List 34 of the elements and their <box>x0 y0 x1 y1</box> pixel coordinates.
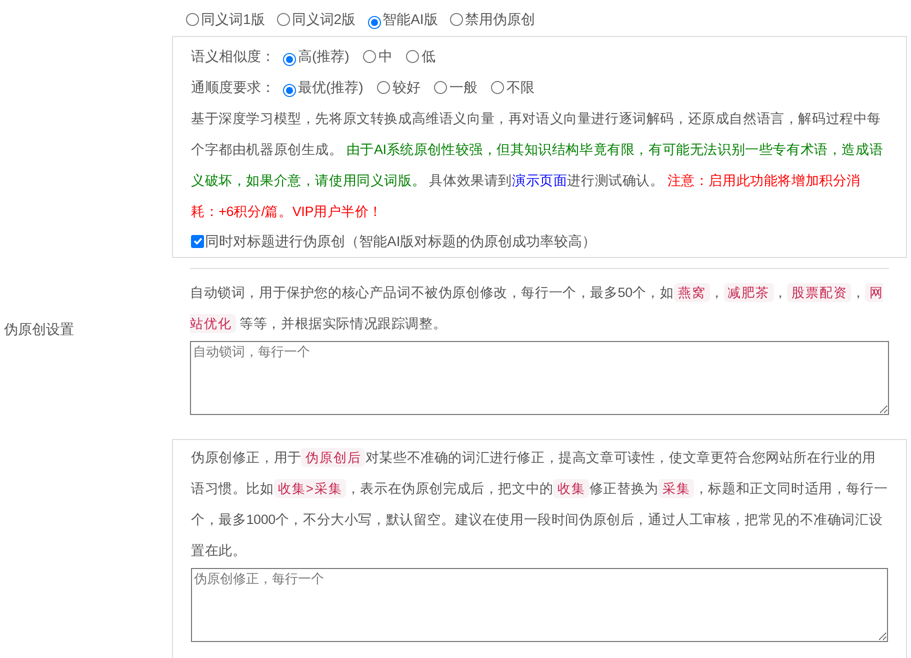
mode-radio-option[interactable]: 同义词1版 <box>186 8 265 30</box>
radio-button[interactable] <box>434 81 448 94</box>
option-label: 语义相似度： <box>191 47 275 66</box>
radio-button[interactable] <box>283 84 296 97</box>
checkbox[interactable] <box>191 234 204 248</box>
radio-button[interactable] <box>368 16 381 28</box>
mode-radio-option[interactable]: 同义词2版 <box>276 8 356 30</box>
radio-button[interactable] <box>276 12 290 26</box>
radio-button[interactable] <box>186 12 199 26</box>
mode-radio-option[interactable]: 智能AI版 <box>368 8 438 30</box>
option-radio[interactable]: 高(推荐) <box>283 46 350 67</box>
radio-button[interactable] <box>406 50 420 63</box>
option-radio[interactable]: 低 <box>406 46 436 67</box>
radio-button[interactable] <box>450 12 463 26</box>
title-checkbox[interactable]: 同时对标题进行伪原创（智能AI版对标题的伪原创成功率较高） <box>191 227 888 255</box>
radio-button[interactable] <box>377 81 390 94</box>
radio-button[interactable] <box>283 53 296 66</box>
radio-button[interactable] <box>363 50 376 63</box>
demo-page-link[interactable]: 演示页面 <box>512 173 568 188</box>
section-label: 伪原创设置 <box>4 320 74 338</box>
option-radio[interactable]: 较好 <box>377 77 420 98</box>
option-radio[interactable]: 中 <box>363 46 392 67</box>
lock-words-input[interactable]: 自动锁词，每行一个 <box>190 341 889 415</box>
corrections-input[interactable]: 伪原创修正，每行一个 <box>191 568 888 642</box>
lock-words-description: 自动锁词，用于保护您的核心产品词不被伪原创修改，每行一个，最多50个，如 燕窝 ， 减肥茶 ， 股票配资 ， 网站优化 等等，并根据实际情况跟踪调整。 <box>190 282 884 335</box>
option-radio[interactable]: 一般 <box>434 77 478 98</box>
corrections-description: 伪原创修正，用于 伪原创后 对某些不准确的词汇进行修正，提高文章可读性，使文章更符合您网站所在行业的用语习惯。比如 收集>采集 ，表示在伪原创完成后，把文中的 收集 修正替换为 采集 ，标题和正文同时适用，每行一个，最多1000个，不分大小写，默认留空。建议在使用一段时间伪原创后，通过人工审核，把常见的不准确词汇设置在此。 <box>191 447 888 560</box>
option-radio[interactable]: 最优(推荐) <box>283 77 364 98</box>
radio-button[interactable] <box>491 81 504 94</box>
option-label: 通顺度要求： <box>191 78 275 97</box>
option-radio[interactable]: 不限 <box>491 77 534 98</box>
ai-description: 基于深度学习模型，先将原文转换成高维语义向量，再对语义向量进行逐词解码，还原成自然语言，解码过程中每个字都由机器原创生成。 由于AI系统原创性较强，但其知识结构毕竟有限，有可能无法识别一些专有术语，造成语义破坏，如果介意，请使用同义词版。 具体效果请到演示页面进行测试确认。 注意：启用此功能将增加积分消耗：+6积分/篇。VIP用户半价！ <box>191 110 884 221</box>
mode-radio-option[interactable]: 禁用伪原创 <box>450 8 535 30</box>
checkmark-icon <box>192 236 202 246</box>
